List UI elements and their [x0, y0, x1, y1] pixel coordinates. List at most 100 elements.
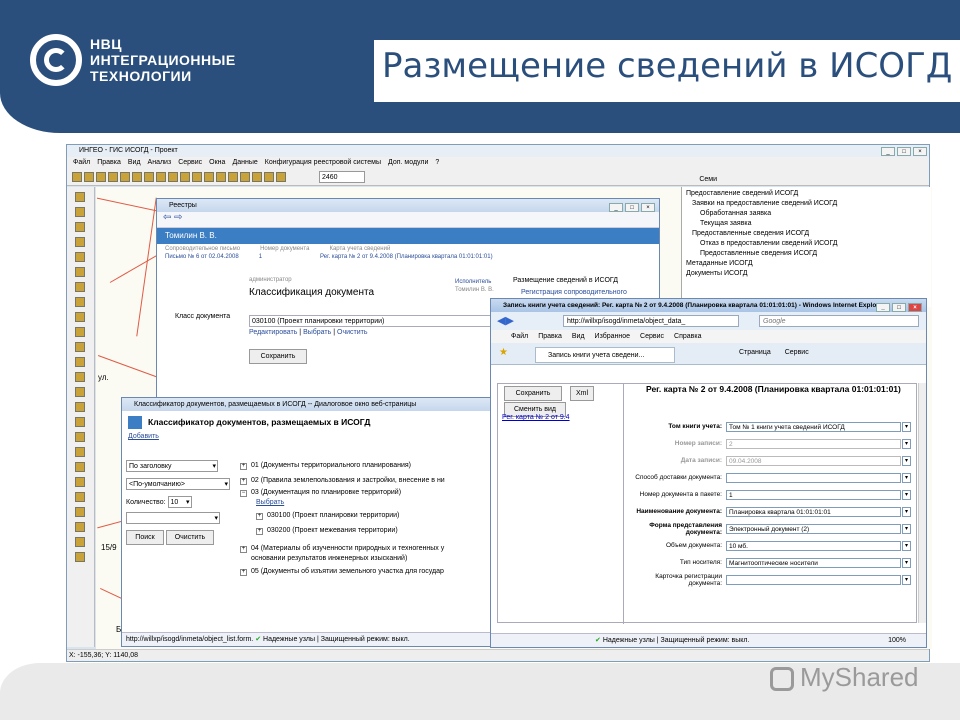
sort-select[interactable]: По заголовку [126, 460, 218, 472]
tool-icon[interactable] [75, 417, 85, 427]
tree-item[interactable]: Предоставленные сведения ИСОГД [686, 229, 927, 239]
tool-icon[interactable] [75, 447, 85, 457]
tool-icon[interactable] [75, 207, 85, 217]
tool-icon[interactable] [180, 172, 190, 182]
expand-icon[interactable]: + [256, 528, 263, 535]
tool-icon[interactable] [75, 537, 85, 547]
tool-icon[interactable] [75, 222, 85, 232]
tab-record[interactable]: Запись книги учета сведени... [535, 347, 675, 363]
tree-item[interactable]: Предоставленные сведения ИСОГД [686, 249, 927, 259]
val-card[interactable]: Рег. карта № 2 от 9.4.2008 (Планировка к… [320, 254, 493, 260]
tree-item[interactable]: Метаданные ИСОГД [686, 259, 927, 269]
tool-icon[interactable] [216, 172, 226, 182]
search-button[interactable]: Поиск [126, 530, 164, 545]
record-tree-item[interactable]: Рег. карта № 2 от 9.4 [502, 414, 570, 421]
tool-icon[interactable] [72, 172, 82, 182]
dropdown-icon[interactable]: ▾ [902, 540, 911, 551]
list-item[interactable]: 04 (Материалы об изученности природных и… [251, 545, 444, 552]
xml-button[interactable]: Xml [570, 386, 594, 401]
dropdown-icon[interactable]: ▾ [902, 438, 911, 449]
menu-data[interactable]: Данные [232, 159, 257, 166]
list-item[interactable]: 03 (Документация по планировке территори… [251, 489, 401, 496]
tree-item[interactable]: Обработанная заявка [686, 209, 927, 219]
expand-icon[interactable]: + [240, 463, 247, 470]
field-input[interactable]: 10 мб. [726, 540, 901, 551]
tool-icon[interactable] [120, 172, 130, 182]
menu-config[interactable]: Конфигурация реестровой системы [265, 159, 381, 166]
back-icon[interactable]: ⇦ ⇨ [157, 212, 183, 223]
field-input[interactable]: Планировка квартала 01:01:01:01 [726, 506, 901, 517]
field-input[interactable]: 09.04.2008 [726, 455, 901, 466]
tool-icon[interactable] [96, 172, 106, 182]
tool-icon[interactable] [228, 172, 238, 182]
tool-icon[interactable] [75, 267, 85, 277]
menu-file[interactable]: Файл [511, 333, 528, 340]
dropdown-icon[interactable]: ▾ [902, 455, 911, 466]
expand-icon[interactable]: + [256, 513, 263, 520]
tool-icon[interactable] [75, 492, 85, 502]
close-icon[interactable]: × [913, 147, 927, 156]
maximize-icon[interactable]: □ [897, 147, 911, 156]
tool-icon[interactable] [75, 342, 85, 352]
tool-icon[interactable] [132, 172, 142, 182]
clear-link[interactable]: Очистить [337, 329, 367, 336]
back-icon[interactable]: ◀▶ [497, 314, 514, 327]
dropdown-icon[interactable]: ▾ [902, 574, 911, 585]
tool-icon[interactable] [75, 357, 85, 367]
order-select[interactable]: <По-умолчанию> [126, 478, 230, 490]
tool-icon[interactable] [75, 282, 85, 292]
select-link[interactable]: Выбрать [256, 499, 284, 506]
qty-select[interactable]: 10 [167, 496, 192, 508]
tool-icon[interactable] [240, 172, 250, 182]
menu-help[interactable]: ? [435, 159, 439, 166]
field-input[interactable]: Электронный документ (2) [726, 523, 901, 534]
tool-icon[interactable] [75, 462, 85, 472]
field-input[interactable]: Магнитооптические носители [726, 557, 901, 568]
tree-item[interactable]: Отказ в предоставлении сведений ИСОГД [686, 239, 927, 249]
expand-icon[interactable]: + [240, 546, 247, 553]
menu-analysis[interactable]: Анализ [148, 159, 172, 166]
tool-icon[interactable] [75, 522, 85, 532]
tool-icon[interactable] [75, 432, 85, 442]
scale-input[interactable]: 2460 [319, 171, 365, 183]
collapse-icon[interactable]: − [240, 490, 247, 497]
add-link[interactable]: Добавить [128, 433, 159, 440]
menu-view[interactable]: Вид [128, 159, 141, 166]
dropdown-icon[interactable]: ▾ [902, 421, 911, 432]
dropdown-icon[interactable]: ▾ [902, 489, 911, 500]
search-input[interactable] [126, 512, 220, 524]
menu-favorites[interactable]: Избранное [595, 333, 630, 340]
tool-icon[interactable] [252, 172, 262, 182]
favorites-star-icon[interactable]: ★ [499, 347, 508, 358]
menu-view[interactable]: Вид [572, 333, 585, 340]
menu-edit[interactable]: Правка [538, 333, 562, 340]
tool-icon[interactable] [75, 327, 85, 337]
menu-file[interactable]: Файл [73, 159, 90, 166]
tool-icon[interactable] [276, 172, 286, 182]
service-menu[interactable]: Сервис [785, 349, 809, 356]
list-item[interactable]: 02 (Правила землепользования и застройки… [251, 477, 445, 484]
field-input[interactable] [726, 574, 901, 585]
field-input[interactable]: 2 [726, 438, 901, 449]
close-icon[interactable]: × [908, 303, 922, 312]
menu-edit[interactable]: Правка [97, 159, 121, 166]
tool-icon[interactable] [192, 172, 202, 182]
tool-icon[interactable] [75, 477, 85, 487]
tool-icon[interactable] [75, 312, 85, 322]
tool-icon[interactable] [75, 402, 85, 412]
search-input[interactable]: Google [759, 315, 919, 327]
menu-tools[interactable]: Сервис [640, 333, 664, 340]
save-button[interactable]: Сохранить [249, 349, 307, 364]
tool-icon[interactable] [75, 552, 85, 562]
dropdown-icon[interactable]: ▾ [902, 472, 911, 483]
dropdown-icon[interactable]: ▾ [902, 506, 911, 517]
expand-icon[interactable]: + [240, 569, 247, 576]
place-sub[interactable]: Регистрация сопроводительного [521, 289, 627, 296]
minimize-icon[interactable]: _ [876, 303, 890, 312]
maximize-icon[interactable]: □ [625, 203, 639, 212]
url-input[interactable]: http://willxp/isogd/inmeta/object_data_ [563, 315, 739, 327]
list-item[interactable]: 030200 (Проект межевания территории) [267, 527, 398, 534]
scrollbar[interactable] [918, 383, 926, 623]
tool-icon[interactable] [108, 172, 118, 182]
tool-icon[interactable] [156, 172, 166, 182]
